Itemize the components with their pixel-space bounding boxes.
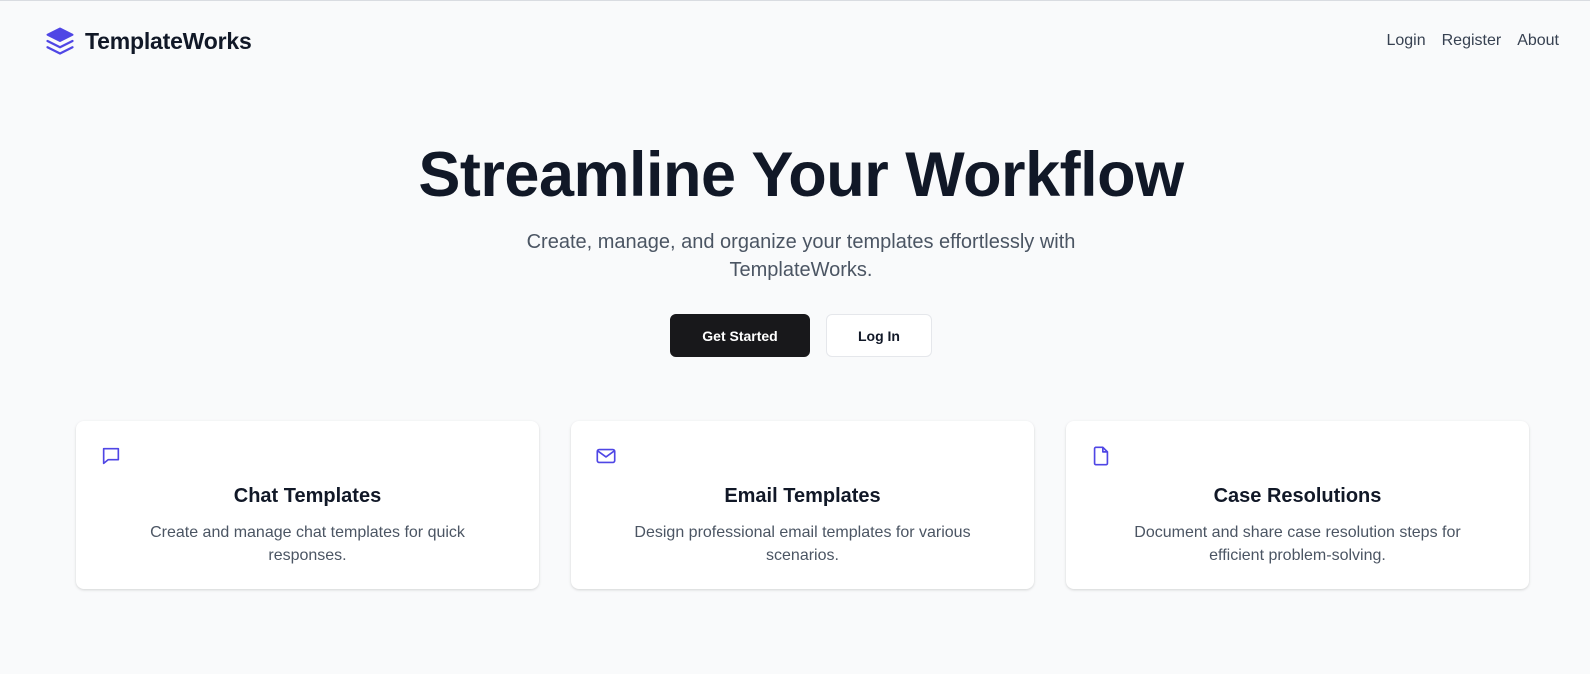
- feature-title: Chat Templates: [233, 485, 382, 507]
- nav-register-link[interactable]: Register: [1442, 32, 1502, 50]
- layers-icon: [46, 27, 74, 55]
- feature-title: Case Resolutions: [1213, 485, 1382, 507]
- feature-card-email-templates[interactable]: Email Templates Design professional emai…: [571, 421, 1034, 589]
- get-started-button[interactable]: Get Started: [670, 314, 810, 357]
- feature-card-case-resolutions[interactable]: Case Resolutions Document and share case…: [1066, 421, 1529, 589]
- cta-buttons: Get Started Log In: [0, 314, 1590, 357]
- hero-section: Streamline Your Workflow Create, manage,…: [0, 140, 1590, 284]
- hero-subtitle: Create, manage, and organize your templa…: [526, 231, 1076, 281]
- brand-name: TemplateWorks: [85, 27, 252, 54]
- brand[interactable]: TemplateWorks: [45, 26, 252, 56]
- feature-description: Document and share case resolution steps…: [1134, 524, 1461, 564]
- feature-description: Create and manage chat templates for qui…: [150, 524, 465, 564]
- mail-icon: [596, 448, 616, 464]
- nav-about-link[interactable]: About: [1517, 32, 1559, 50]
- site-header: TemplateWorks Login Register About: [0, 0, 1590, 82]
- nav-login-link[interactable]: Login: [1386, 32, 1425, 50]
- hero-title: Streamline Your Workflow: [418, 140, 1184, 210]
- file-icon: [1093, 446, 1109, 466]
- feature-title: Email Templates: [724, 485, 881, 507]
- feature-card-chat-templates[interactable]: Chat Templates Create and manage chat te…: [76, 421, 539, 589]
- log-in-button[interactable]: Log In: [826, 314, 932, 357]
- top-nav: Login Register About: [1386, 32, 1559, 50]
- chat-bubble-icon: [102, 447, 120, 465]
- feature-cards: Chat Templates Create and manage chat te…: [76, 421, 1529, 589]
- feature-description: Design professional email templates for …: [634, 524, 971, 564]
